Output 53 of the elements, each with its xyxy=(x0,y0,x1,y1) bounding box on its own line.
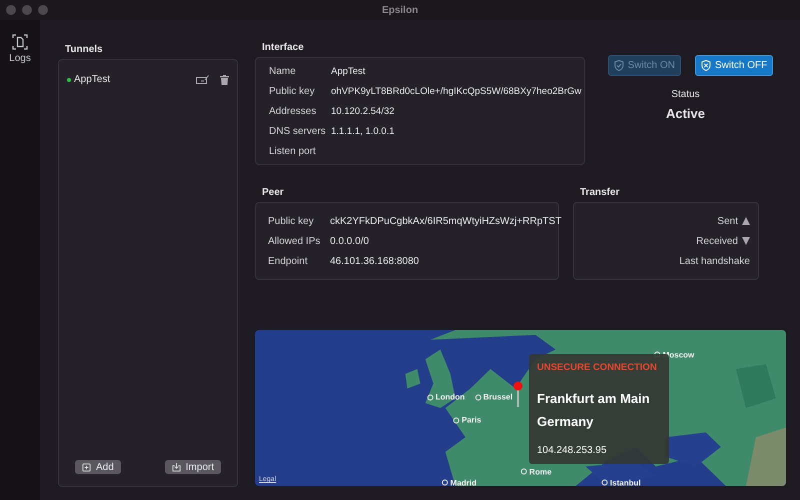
field-label: Name xyxy=(269,66,297,76)
status-label: Status xyxy=(671,89,700,100)
field-label: Allowed IPs xyxy=(268,236,322,246)
tunnel-name[interactable]: AppTest xyxy=(74,74,110,85)
country-name: Germany xyxy=(537,414,594,429)
field-label: Endpoint xyxy=(268,256,308,266)
import-button[interactable]: Import xyxy=(164,460,221,474)
field-label: Listen port xyxy=(269,146,317,156)
plus-square-icon xyxy=(82,462,91,472)
section-title: Peer xyxy=(262,187,285,198)
field-label: Public key xyxy=(269,86,316,96)
trash-icon[interactable] xyxy=(220,74,229,84)
transfer-label: Received xyxy=(696,236,738,246)
field-value: ohVPK9yLT8BRd0cLOle+/hgIKcQpS5W/68BXy7heo2BrGw xyxy=(331,86,582,96)
city-label: London xyxy=(428,392,465,402)
minimize-button[interactable] xyxy=(22,5,32,15)
zoom-button[interactable] xyxy=(38,5,48,15)
shield-check-icon xyxy=(614,60,624,71)
switch-button[interactable]: Switch OFF xyxy=(695,55,774,76)
up-triangle-icon xyxy=(742,217,750,225)
city-label: Paris xyxy=(454,416,482,425)
close-button[interactable] xyxy=(6,5,16,15)
shield-x-icon xyxy=(701,60,711,71)
field-value: 1.1.1.1, 1.0.0.1 xyxy=(331,126,396,136)
transfer-label: Last handshake xyxy=(679,256,750,266)
ip-address: 104.248.253.95 xyxy=(537,445,608,456)
window-title: Epsilon xyxy=(382,4,418,16)
section-title: Tunnels xyxy=(65,44,104,55)
field-label: DNS servers xyxy=(269,126,327,136)
field-label: Addresses xyxy=(269,106,318,116)
city-label: Madrid xyxy=(442,478,477,486)
section-title: Transfer xyxy=(580,187,620,198)
city-label: Istanbul xyxy=(602,478,641,486)
field-value: AppTest xyxy=(331,66,366,76)
section-title: Interface xyxy=(262,42,305,53)
field-label: Public key xyxy=(268,216,315,226)
warning-text: UNSECURE CONNECTION xyxy=(537,362,658,373)
transfer-label: Sent xyxy=(717,216,738,226)
down-triangle-icon xyxy=(742,237,750,245)
field-value: 46.101.36.168:8080 xyxy=(330,256,420,266)
document-icon xyxy=(12,34,28,50)
add-button[interactable]: Add xyxy=(75,460,121,474)
location-pin-icon xyxy=(513,381,523,407)
city-label: Brussel xyxy=(475,392,513,402)
city-name: Frankfurt am Main xyxy=(537,391,651,406)
city-label: Rome xyxy=(521,467,552,476)
field-value: ckK2YFkDPuCgbkAx/6IR5mqWtyiHZsWzj+RRpTST xyxy=(330,216,562,226)
field-value: 10.120.2.54/32 xyxy=(331,106,396,116)
edit-icon[interactable] xyxy=(196,75,209,84)
field-value: 0.0.0.0/0 xyxy=(330,236,370,246)
logs-tab[interactable]: Logs xyxy=(9,34,31,64)
import-tray-icon xyxy=(172,462,181,472)
status-value: Active xyxy=(666,106,706,121)
